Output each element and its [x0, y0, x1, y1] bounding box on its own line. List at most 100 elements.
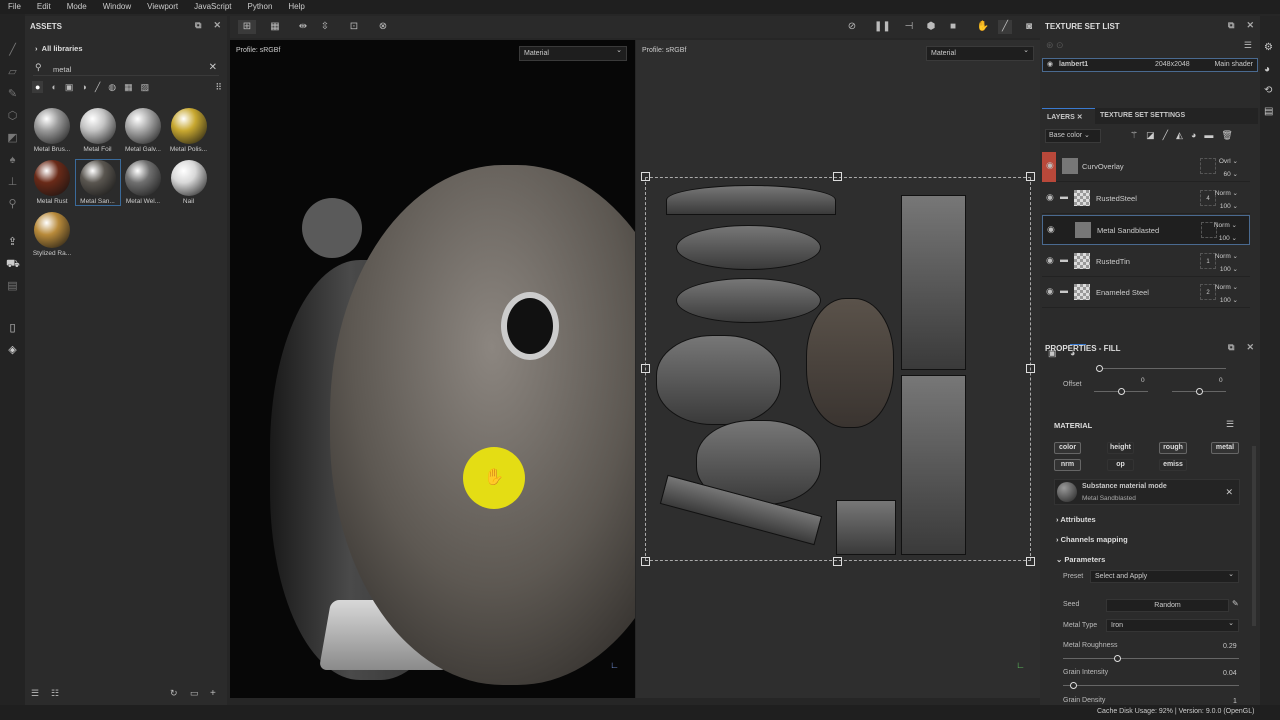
material-mode-card[interactable]: Substance material mode Metal Sandblaste…	[1054, 479, 1240, 505]
channel-nrm-toggle[interactable]: nrm	[1054, 459, 1081, 471]
menu-python[interactable]: Python	[240, 0, 281, 14]
channel-rough-toggle[interactable]: rough	[1159, 442, 1187, 454]
symmetry-x-icon[interactable]: ⇹	[296, 20, 310, 34]
refresh-icon[interactable]: ↻	[170, 688, 178, 699]
seed-random-button[interactable]: Random	[1106, 599, 1229, 612]
add-fill-layer-icon[interactable]: ◭	[1176, 130, 1183, 141]
asset-item[interactable]: Metal Brus...	[30, 108, 74, 153]
layer-row[interactable]: ◉ CurvOverlay Ovrl ⌄ 60 ⌄	[1042, 152, 1250, 182]
rotation-slider[interactable]	[1096, 365, 1226, 372]
hand-icon[interactable]: ✋	[976, 20, 990, 34]
opacity-select[interactable]: 100 ⌄	[1215, 263, 1238, 276]
menu-window[interactable]: Window	[95, 0, 139, 14]
material-tab-icon[interactable]: ◕	[1070, 344, 1086, 358]
grain-intensity-slider[interactable]	[1063, 682, 1239, 689]
folder-icon[interactable]: ▭	[190, 688, 199, 699]
log-icon[interactable]: ▤	[1264, 106, 1273, 117]
add-smart-mask-icon[interactable]: ◕	[1191, 130, 1196, 141]
display-icon[interactable]: ▤	[6, 280, 19, 293]
add-paint-layer-icon[interactable]: ╱	[1163, 130, 1168, 141]
material-filter-icon[interactable]: ●	[32, 81, 44, 93]
eye-icon[interactable]: ◉	[1046, 192, 1054, 203]
transform-handle[interactable]	[833, 557, 842, 566]
tab-layers[interactable]: LAYERS ✕	[1042, 108, 1095, 124]
layer-row[interactable]: ◉ ▬ Enameled Steel 2 Norm ⌄ 100 ⌄	[1042, 278, 1250, 308]
mask-slot[interactable]: 2	[1200, 284, 1216, 300]
menu-javascript[interactable]: JavaScript	[186, 0, 239, 14]
mask-slot[interactable]	[1200, 158, 1216, 174]
channels-mapping-section[interactable]: › Channels mapping	[1056, 535, 1128, 544]
add-icon[interactable]: +	[210, 688, 216, 699]
channel-color-toggle[interactable]: color	[1054, 442, 1081, 454]
folder-icon[interactable]: ▬	[1060, 192, 1068, 201]
offset-y-slider[interactable]	[1172, 388, 1226, 395]
transform-handle[interactable]	[641, 557, 650, 566]
layer-row[interactable]: ◉ Metal Sandblasted Norm ⌄ 100 ⌄	[1042, 215, 1250, 245]
channel-select[interactable]: Base color ⌄	[1045, 129, 1101, 143]
document-icon[interactable]: ▯	[6, 322, 19, 335]
parameters-section[interactable]: ⌄ Parameters	[1056, 555, 1105, 564]
brush-mode-icon[interactable]: ╱	[998, 20, 1012, 34]
mask-slot[interactable]: 1	[1200, 252, 1216, 269]
screenshot-icon[interactable]: ◙	[1022, 20, 1036, 34]
detail-view-icon[interactable]: ☷	[51, 688, 59, 699]
eye-icon[interactable]: ◉	[1047, 59, 1053, 71]
list-view-icon[interactable]: ☰	[31, 688, 39, 699]
menu-help[interactable]: Help	[280, 0, 312, 14]
blend-mode-select[interactable]: Norm ⌄	[1215, 187, 1238, 200]
eye-icon[interactable]: ◉	[1046, 286, 1054, 297]
blend-mode-select[interactable]: Norm ⌄	[1215, 281, 1238, 294]
picker-icon[interactable]: ⚲	[6, 198, 19, 211]
texture-set-row[interactable]: ◉ lambert1 2048x2048 Main shader	[1042, 58, 1258, 72]
asset-item[interactable]: Metal Rust	[30, 160, 74, 205]
menu-icon[interactable]: ☰	[1244, 40, 1252, 51]
clear-search-icon[interactable]: ✕	[209, 62, 217, 73]
mask-slot[interactable]: 4	[1200, 189, 1216, 206]
camera-video-icon[interactable]: ■	[946, 20, 960, 34]
pause-icon[interactable]: ❚❚	[874, 20, 891, 34]
texture-set-shader[interactable]: Main shader	[1214, 59, 1253, 71]
float-icon[interactable]: ⧉	[1228, 342, 1234, 353]
attributes-section[interactable]: › Attributes	[1056, 515, 1096, 524]
bake-icon[interactable]: ⛟	[6, 258, 20, 271]
viewport-uv[interactable]: Profile: sRGBf Material ∟	[636, 40, 1040, 698]
frame-icon[interactable]: ⊡	[347, 20, 361, 34]
fill-settings-icon[interactable]: ▣	[1048, 348, 1057, 359]
transform-handle[interactable]	[641, 172, 650, 181]
reset-icon[interactable]: ⊗	[376, 20, 390, 34]
asset-item[interactable]: Metal Foil	[76, 108, 120, 153]
learn-icon[interactable]: ◈	[6, 344, 19, 357]
eye-icon[interactable]: ◉	[1046, 255, 1054, 266]
eye-icon[interactable]: ◉	[1046, 160, 1054, 171]
asset-item[interactable]: Metal Polis...	[167, 108, 211, 153]
close-icon[interactable]: ✕	[1246, 20, 1254, 31]
preset-select[interactable]: Select and Apply ⌄	[1090, 570, 1239, 583]
eye-icon[interactable]: ◉	[1047, 224, 1055, 235]
opacity-select[interactable]: 100 ⌄	[1214, 232, 1237, 245]
asset-item[interactable]: Nail	[167, 160, 211, 205]
grid-filter-icon[interactable]: ▦	[124, 82, 133, 93]
add-mask-icon[interactable]: ◪	[1146, 130, 1155, 141]
asset-item[interactable]: Stylized Ra...	[30, 212, 74, 257]
uv-grid-icon[interactable]: ▦	[268, 20, 282, 34]
shader-icon[interactable]: ◕	[1264, 64, 1270, 75]
filter-icon[interactable]: ◑	[81, 82, 86, 92]
blend-mode-select[interactable]: Ovrl ⌄	[1219, 155, 1238, 168]
transform-handle[interactable]	[833, 172, 842, 181]
render-icon[interactable]: ⬢	[924, 20, 938, 34]
eraser-icon[interactable]: ▱	[6, 66, 19, 79]
add-folder-icon[interactable]: ▬	[1204, 130, 1213, 141]
menu-edit[interactable]: Edit	[29, 0, 59, 14]
blend-mode-select[interactable]: Norm ⌄	[1215, 250, 1238, 263]
menu-viewport[interactable]: Viewport	[139, 0, 186, 14]
channel-emiss-toggle[interactable]: emiss	[1159, 459, 1187, 471]
folder-icon[interactable]: ▬	[1060, 286, 1068, 295]
viewport-mode-select[interactable]: Material	[926, 44, 1034, 61]
menu-mode[interactable]: Mode	[59, 0, 95, 14]
delete-icon[interactable]: 🗑	[1221, 130, 1232, 141]
metal-roughness-slider[interactable]	[1063, 655, 1239, 662]
texture-filter-icon[interactable]: ▣	[65, 82, 74, 93]
remove-material-icon[interactable]: ✕	[1225, 487, 1233, 498]
transform-handle[interactable]	[1026, 172, 1035, 181]
asset-item[interactable]: Metal Galv...	[121, 108, 165, 153]
